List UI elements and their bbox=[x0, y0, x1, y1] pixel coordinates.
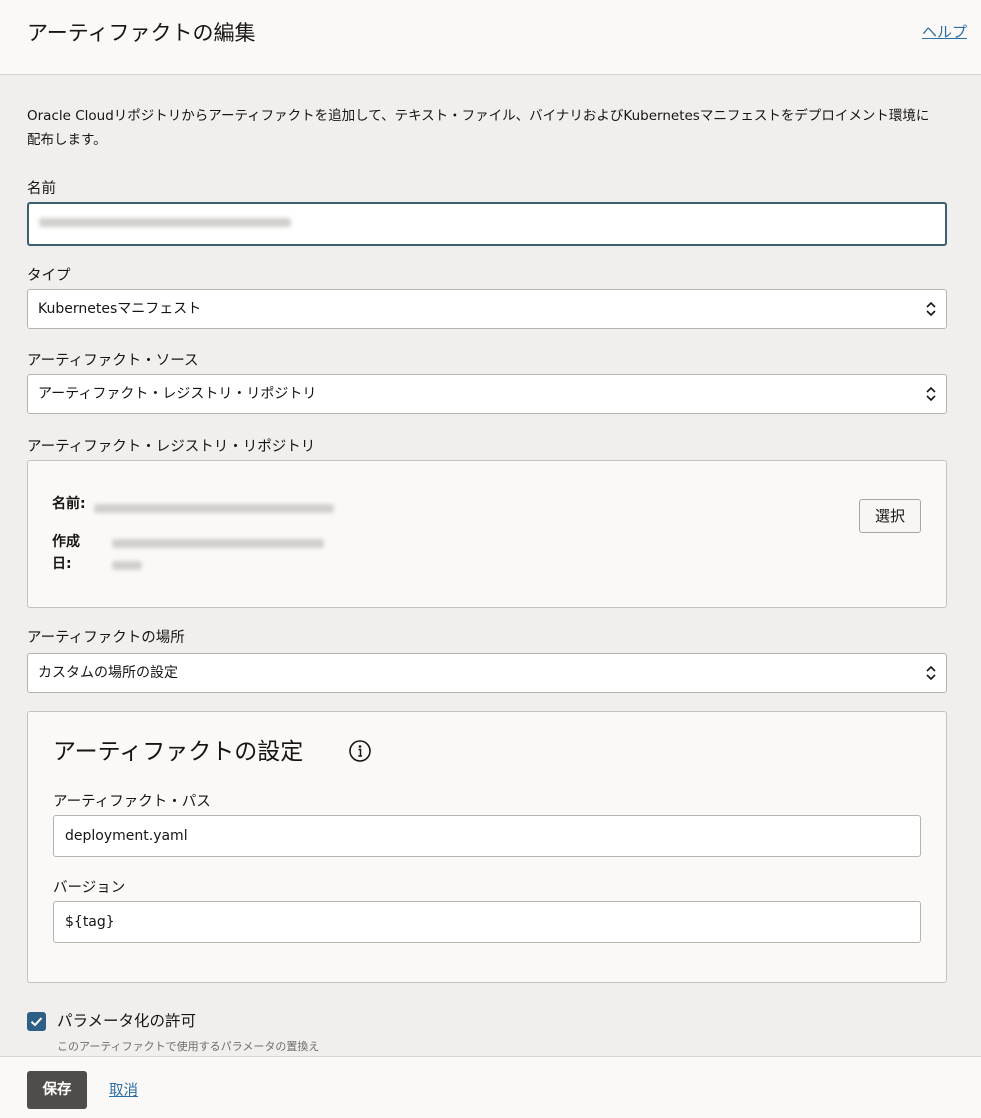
help-link[interactable]: ヘルプ bbox=[922, 21, 967, 42]
info-icon[interactable] bbox=[348, 739, 372, 763]
source-label: アーティファクト・ソース bbox=[27, 353, 199, 369]
repository-label: アーティファクト・レジストリ・リポジトリ bbox=[27, 439, 316, 455]
location-select[interactable]: カスタムの場所の設定 bbox=[27, 653, 947, 693]
redacted-created-date bbox=[112, 539, 324, 548]
type-select-value: Kubernetesマニフェスト bbox=[38, 301, 202, 317]
allow-parameterization-checkbox[interactable] bbox=[27, 1012, 46, 1031]
select-caret-icon bbox=[926, 301, 936, 317]
redacted-created-tz bbox=[112, 561, 142, 570]
repo-created-key-line1: 作成 bbox=[52, 534, 80, 550]
artifact-path-input[interactable]: deployment.yaml bbox=[53, 815, 921, 857]
artifact-settings-card: アーティファクトの設定 アーティファクト・パス deployment.yaml … bbox=[27, 711, 947, 983]
repository-card: 名前: 作成 日: 選択 bbox=[27, 460, 947, 608]
repo-created-key-line2: 日: bbox=[52, 556, 72, 572]
dialog-header: アーティファクトの編集 ヘルプ bbox=[0, 0, 981, 75]
save-button[interactable]: 保存 bbox=[27, 1071, 87, 1109]
name-input[interactable] bbox=[27, 202, 947, 246]
version-label: バージョン bbox=[53, 880, 126, 896]
location-label: アーティファクトの場所 bbox=[27, 630, 185, 646]
checkmark-icon bbox=[30, 1017, 43, 1027]
dialog-description: Oracle Cloudリポジトリからアーティファクトを追加して、テキスト・ファ… bbox=[27, 108, 930, 148]
redacted-repo-name bbox=[94, 504, 334, 513]
dialog-footer: 保存 取消 bbox=[0, 1056, 981, 1118]
type-label: タイプ bbox=[27, 268, 71, 284]
repo-name-key: 名前: bbox=[52, 496, 86, 512]
dialog-title: アーティファクトの編集 bbox=[27, 21, 256, 45]
name-label: 名前 bbox=[27, 181, 56, 197]
version-input[interactable]: ${tag} bbox=[53, 901, 921, 943]
allow-parameterization-help: このアーティファクトで使用するパラメータの置換え bbox=[57, 1040, 320, 1053]
allow-parameterization-label[interactable]: パラメータ化の許可 bbox=[57, 1009, 196, 1031]
location-select-value: カスタムの場所の設定 bbox=[38, 665, 178, 681]
artifact-settings-title: アーティファクトの設定 bbox=[53, 739, 304, 765]
redacted-name-value bbox=[39, 217, 291, 227]
artifact-path-label: アーティファクト・パス bbox=[53, 794, 211, 810]
source-select-value: アーティファクト・レジストリ・リポジトリ bbox=[38, 386, 317, 402]
cancel-link[interactable]: 取消 bbox=[109, 1079, 138, 1100]
select-caret-icon bbox=[926, 386, 936, 402]
type-select[interactable]: Kubernetesマニフェスト bbox=[27, 289, 947, 329]
repository-select-button[interactable]: 選択 bbox=[859, 499, 921, 533]
select-caret-icon bbox=[926, 665, 936, 681]
source-select[interactable]: アーティファクト・レジストリ・リポジトリ bbox=[27, 374, 947, 414]
